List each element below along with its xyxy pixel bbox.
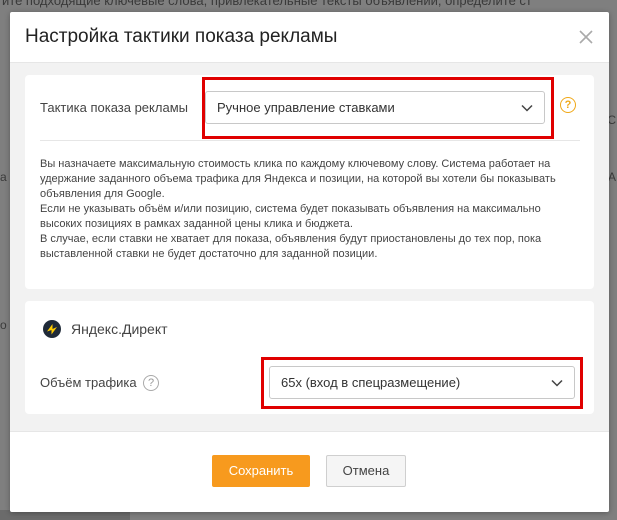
dialog-body: Тактика показа рекламы Ручное управление… — [10, 62, 609, 432]
traffic-volume-label: Объём трафика — [40, 375, 137, 390]
description-line: Вы назначаете максимальную стоимость кли… — [40, 158, 551, 170]
yandex-direct-logo-icon — [43, 320, 61, 338]
traffic-help-icon[interactable]: ? — [143, 375, 159, 391]
description-line: высоких позициях в рамках заданной цены … — [40, 218, 353, 230]
strategy-select[interactable]: Ручное управление ставками — [205, 91, 545, 124]
cancel-button[interactable]: Отмена — [326, 455, 406, 487]
strategy-card: Тактика показа рекламы Ручное управление… — [25, 75, 594, 289]
dialog-header: Настройка тактики показа рекламы — [10, 12, 609, 62]
dialog-title: Настройка тактики показа рекламы — [25, 26, 338, 47]
save-button[interactable]: Сохранить — [212, 455, 310, 487]
yandex-direct-title: Яндекс.Директ — [71, 321, 168, 337]
yandex-direct-card: Яндекс.Директ Объём трафика ? 65х (вход … — [25, 301, 594, 414]
chevron-down-icon — [551, 379, 563, 387]
description-line: Если не указывать объём и/или позицию, с… — [40, 203, 541, 215]
close-button[interactable] — [575, 26, 597, 48]
divider — [40, 140, 580, 141]
description-line: удержание заданного объема трафика для Я… — [40, 173, 556, 185]
background-fragment: а — [0, 170, 7, 184]
strategy-help-icon[interactable]: ? — [560, 97, 576, 113]
description-line: выставленной ставки не будет достаточно … — [40, 248, 378, 260]
strategy-select-value: Ручное управление ставками — [217, 100, 395, 115]
close-icon — [579, 30, 593, 44]
description-line: В случае, если ставки не хватает для пок… — [40, 233, 542, 245]
background-fragment: А — [607, 170, 616, 184]
background-page-text: ите подходящие ключевые слова, привлекат… — [2, 0, 532, 8]
dialog-footer: Сохранить Отмена — [10, 432, 609, 512]
yandex-direct-brand: Яндекс.Директ — [43, 320, 168, 338]
strategy-label: Тактика показа рекламы — [40, 100, 188, 115]
traffic-volume-select[interactable]: 65х (вход в спецразмещение) — [269, 366, 575, 399]
chevron-down-icon — [521, 104, 533, 112]
strategy-description: Вы назначаете максимальную стоимость кли… — [40, 157, 580, 262]
description-line: объявления для Google. — [40, 188, 165, 200]
traffic-volume-value: 65х (вход в спецразмещение) — [281, 375, 461, 390]
background-fragment: о — [0, 318, 7, 332]
tactic-settings-dialog: Настройка тактики показа рекламы Тактика… — [10, 12, 609, 512]
